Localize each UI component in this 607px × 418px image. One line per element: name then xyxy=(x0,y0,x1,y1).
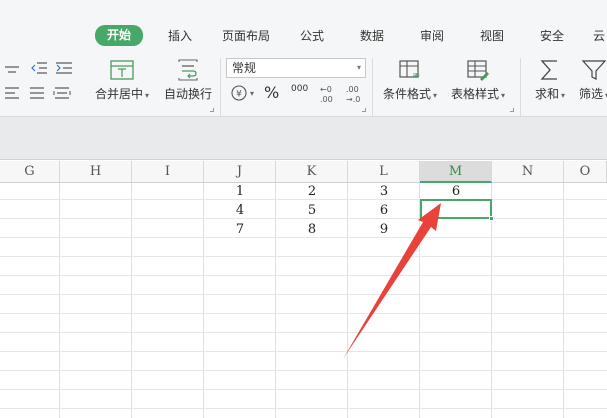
red-arrow-icon xyxy=(343,203,441,359)
annotation-arrow xyxy=(343,203,441,359)
